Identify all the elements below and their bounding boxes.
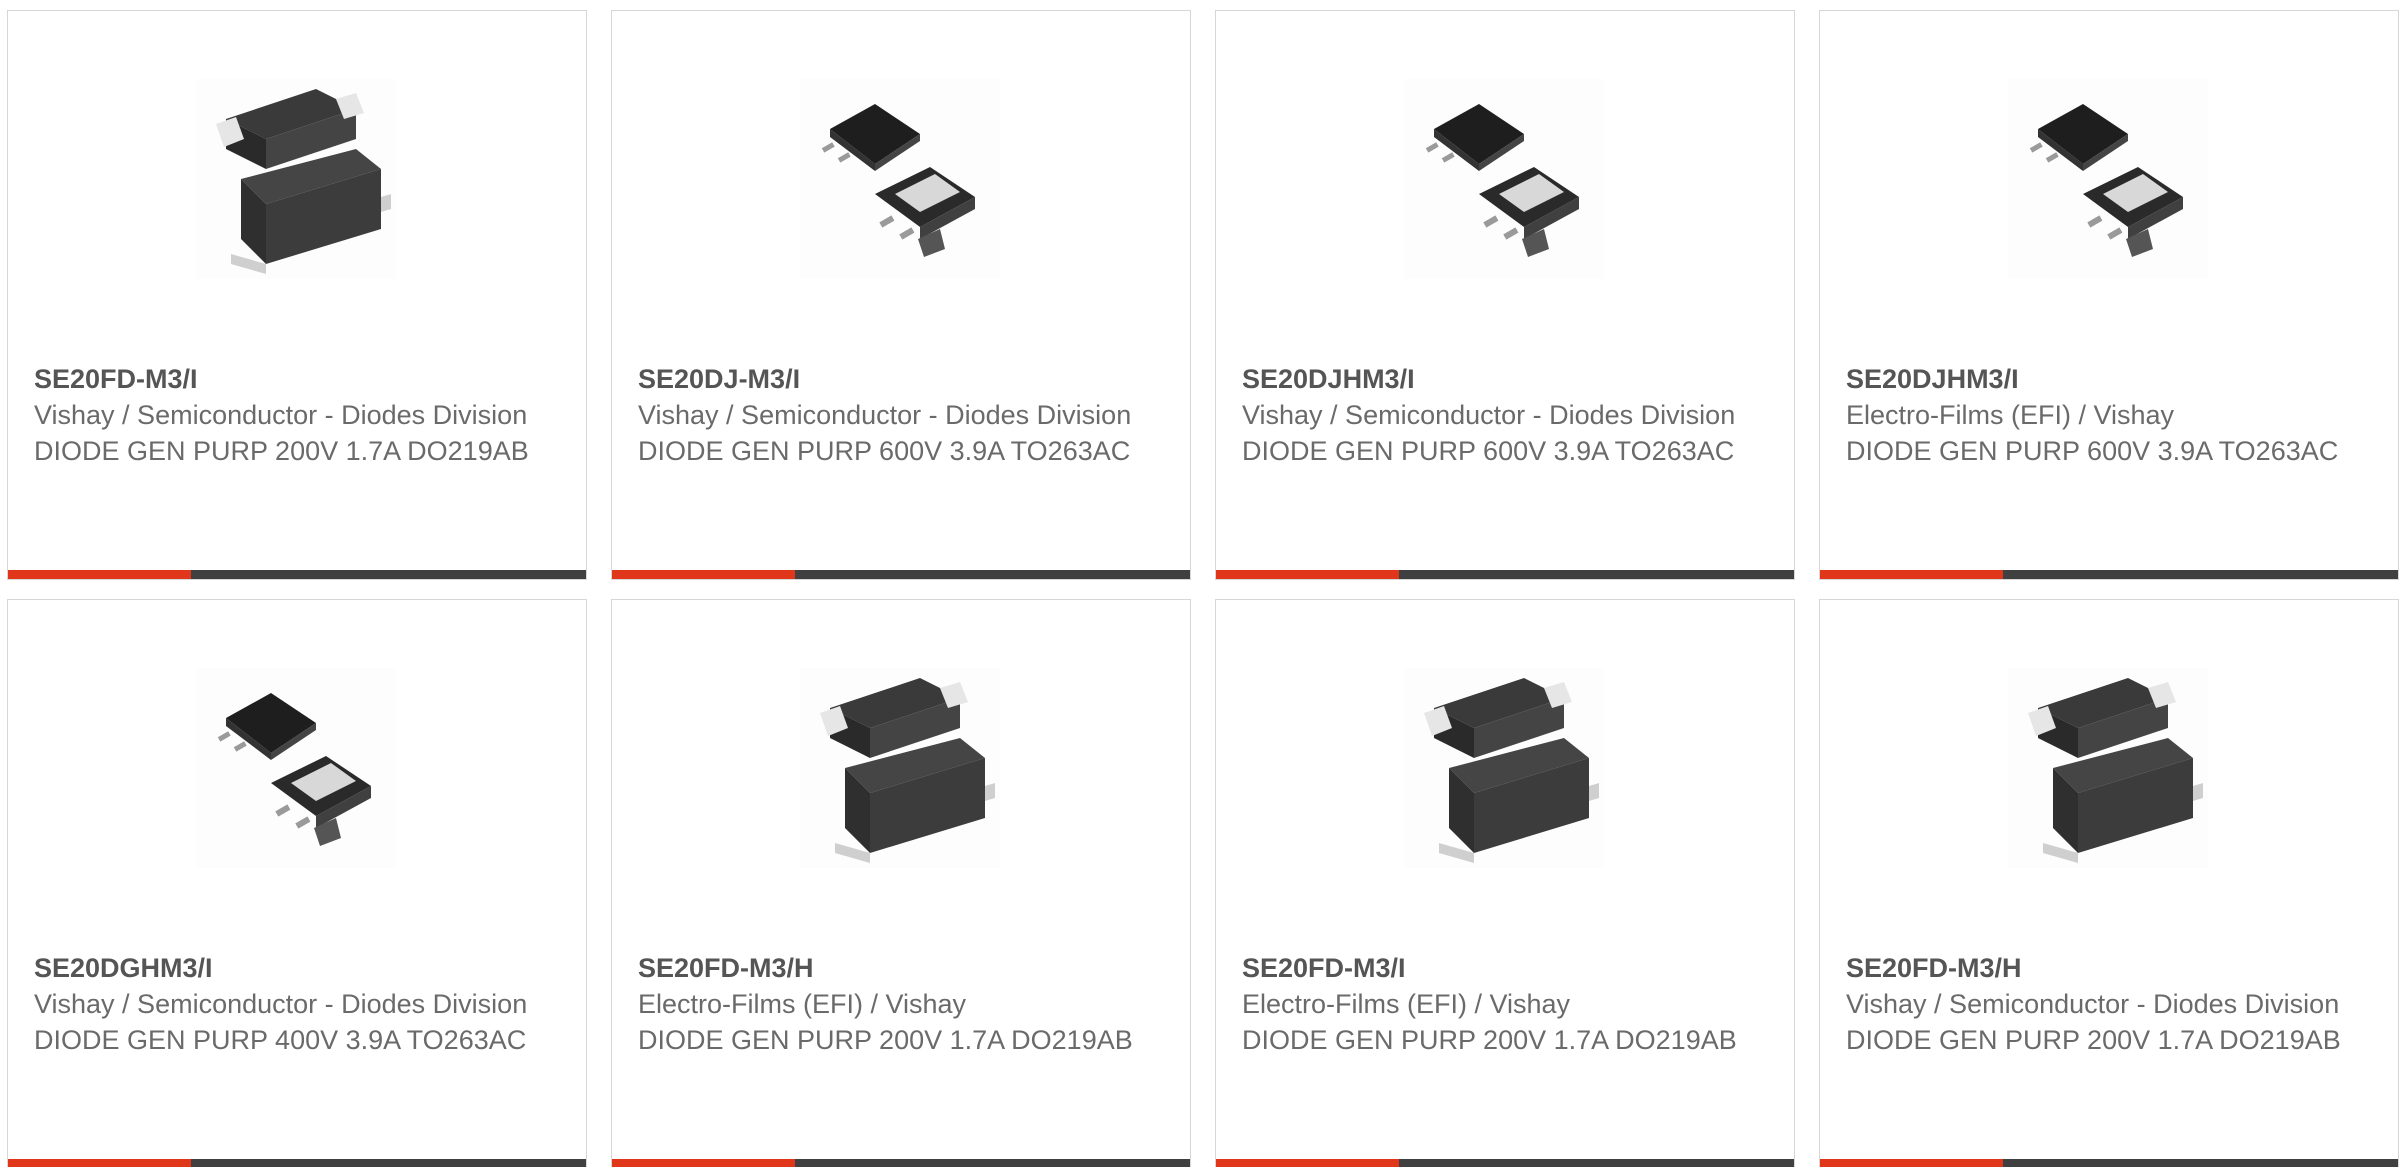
do219ab-package-icon <box>2008 668 2208 868</box>
product-info: SE20DGHM3/I Vishay / Semiconductor - Dio… <box>34 950 544 1058</box>
to263ac-package-icon <box>2008 79 2208 279</box>
do219ab-package-icon <box>196 79 396 279</box>
card-accent-bar <box>1820 1159 2398 1167</box>
product-info: SE20DJHM3/I Vishay / Semiconductor - Dio… <box>1242 361 1752 469</box>
product-card[interactable]: SE20FD-M3/I Electro-Films (EFI) / Vishay… <box>1215 599 1795 1167</box>
description: DIODE GEN PURP 200V 1.7A DO219AB <box>1846 1025 2341 1055</box>
to263ac-package-icon <box>196 668 396 868</box>
manufacturer: Vishay / Semiconductor - Diodes Division <box>1846 989 2340 1019</box>
product-card[interactable]: SE20DJHM3/I Vishay / Semiconductor - Dio… <box>1215 10 1795 580</box>
description: DIODE GEN PURP 600V 3.9A TO263AC <box>1846 436 2339 466</box>
product-info: SE20FD-M3/I Vishay / Semiconductor - Dio… <box>34 361 544 469</box>
product-card[interactable]: SE20DJ-M3/I Vishay / Semiconductor - Dio… <box>611 10 1191 580</box>
part-number-link[interactable]: SE20DGHM3/I <box>34 950 544 986</box>
card-accent-bar <box>8 570 586 579</box>
description: DIODE GEN PURP 600V 3.9A TO263AC <box>1242 436 1735 466</box>
description: DIODE GEN PURP 200V 1.7A DO219AB <box>638 1025 1133 1055</box>
part-number-link[interactable]: SE20FD-M3/H <box>1846 950 2356 986</box>
part-number-link[interactable]: SE20FD-M3/I <box>34 361 544 397</box>
part-number-link[interactable]: SE20DJHM3/I <box>1846 361 2356 397</box>
do219ab-package-icon <box>800 668 1000 868</box>
card-accent-bar <box>612 1159 1190 1167</box>
card-accent-bar <box>1216 570 1794 579</box>
product-card[interactable]: SE20DJHM3/I Electro-Films (EFI) / Vishay… <box>1819 10 2399 580</box>
manufacturer: Electro-Films (EFI) / Vishay <box>1846 400 2175 430</box>
manufacturer: Vishay / Semiconductor - Diodes Division <box>34 989 528 1019</box>
product-info: SE20DJHM3/I Electro-Films (EFI) / Vishay… <box>1846 361 2356 469</box>
product-info: SE20FD-M3/H Vishay / Semiconductor - Dio… <box>1846 950 2356 1058</box>
description: DIODE GEN PURP 200V 1.7A DO219AB <box>1242 1025 1737 1055</box>
part-number-link[interactable]: SE20DJ-M3/I <box>638 361 1148 397</box>
product-card[interactable]: SE20FD-M3/H Vishay / Semiconductor - Dio… <box>1819 599 2399 1167</box>
product-grid: SE20FD-M3/I Vishay / Semiconductor - Dio… <box>0 0 2400 1167</box>
part-number-link[interactable]: SE20FD-M3/I <box>1242 950 1752 986</box>
manufacturer: Vishay / Semiconductor - Diodes Division <box>1242 400 1736 430</box>
to263ac-package-icon <box>800 79 1000 279</box>
card-accent-bar <box>8 1159 586 1167</box>
card-accent-bar <box>612 570 1190 579</box>
manufacturer: Vishay / Semiconductor - Diodes Division <box>34 400 528 430</box>
part-number-link[interactable]: SE20DJHM3/I <box>1242 361 1752 397</box>
product-info: SE20DJ-M3/I Vishay / Semiconductor - Dio… <box>638 361 1148 469</box>
description: DIODE GEN PURP 600V 3.9A TO263AC <box>638 436 1131 466</box>
description: DIODE GEN PURP 400V 3.9A TO263AC <box>34 1025 527 1055</box>
product-card[interactable]: SE20FD-M3/H Electro-Films (EFI) / Vishay… <box>611 599 1191 1167</box>
product-card[interactable]: SE20FD-M3/I Vishay / Semiconductor - Dio… <box>7 10 587 580</box>
product-card[interactable]: SE20DGHM3/I Vishay / Semiconductor - Dio… <box>7 599 587 1167</box>
to263ac-package-icon <box>1404 79 1604 279</box>
manufacturer: Electro-Films (EFI) / Vishay <box>638 989 967 1019</box>
part-number-link[interactable]: SE20FD-M3/H <box>638 950 1148 986</box>
card-accent-bar <box>1216 1159 1794 1167</box>
product-info: SE20FD-M3/H Electro-Films (EFI) / Vishay… <box>638 950 1148 1058</box>
do219ab-package-icon <box>1404 668 1604 868</box>
manufacturer: Vishay / Semiconductor - Diodes Division <box>638 400 1132 430</box>
description: DIODE GEN PURP 200V 1.7A DO219AB <box>34 436 529 466</box>
card-accent-bar <box>1820 570 2398 579</box>
manufacturer: Electro-Films (EFI) / Vishay <box>1242 989 1571 1019</box>
product-info: SE20FD-M3/I Electro-Films (EFI) / Vishay… <box>1242 950 1752 1058</box>
